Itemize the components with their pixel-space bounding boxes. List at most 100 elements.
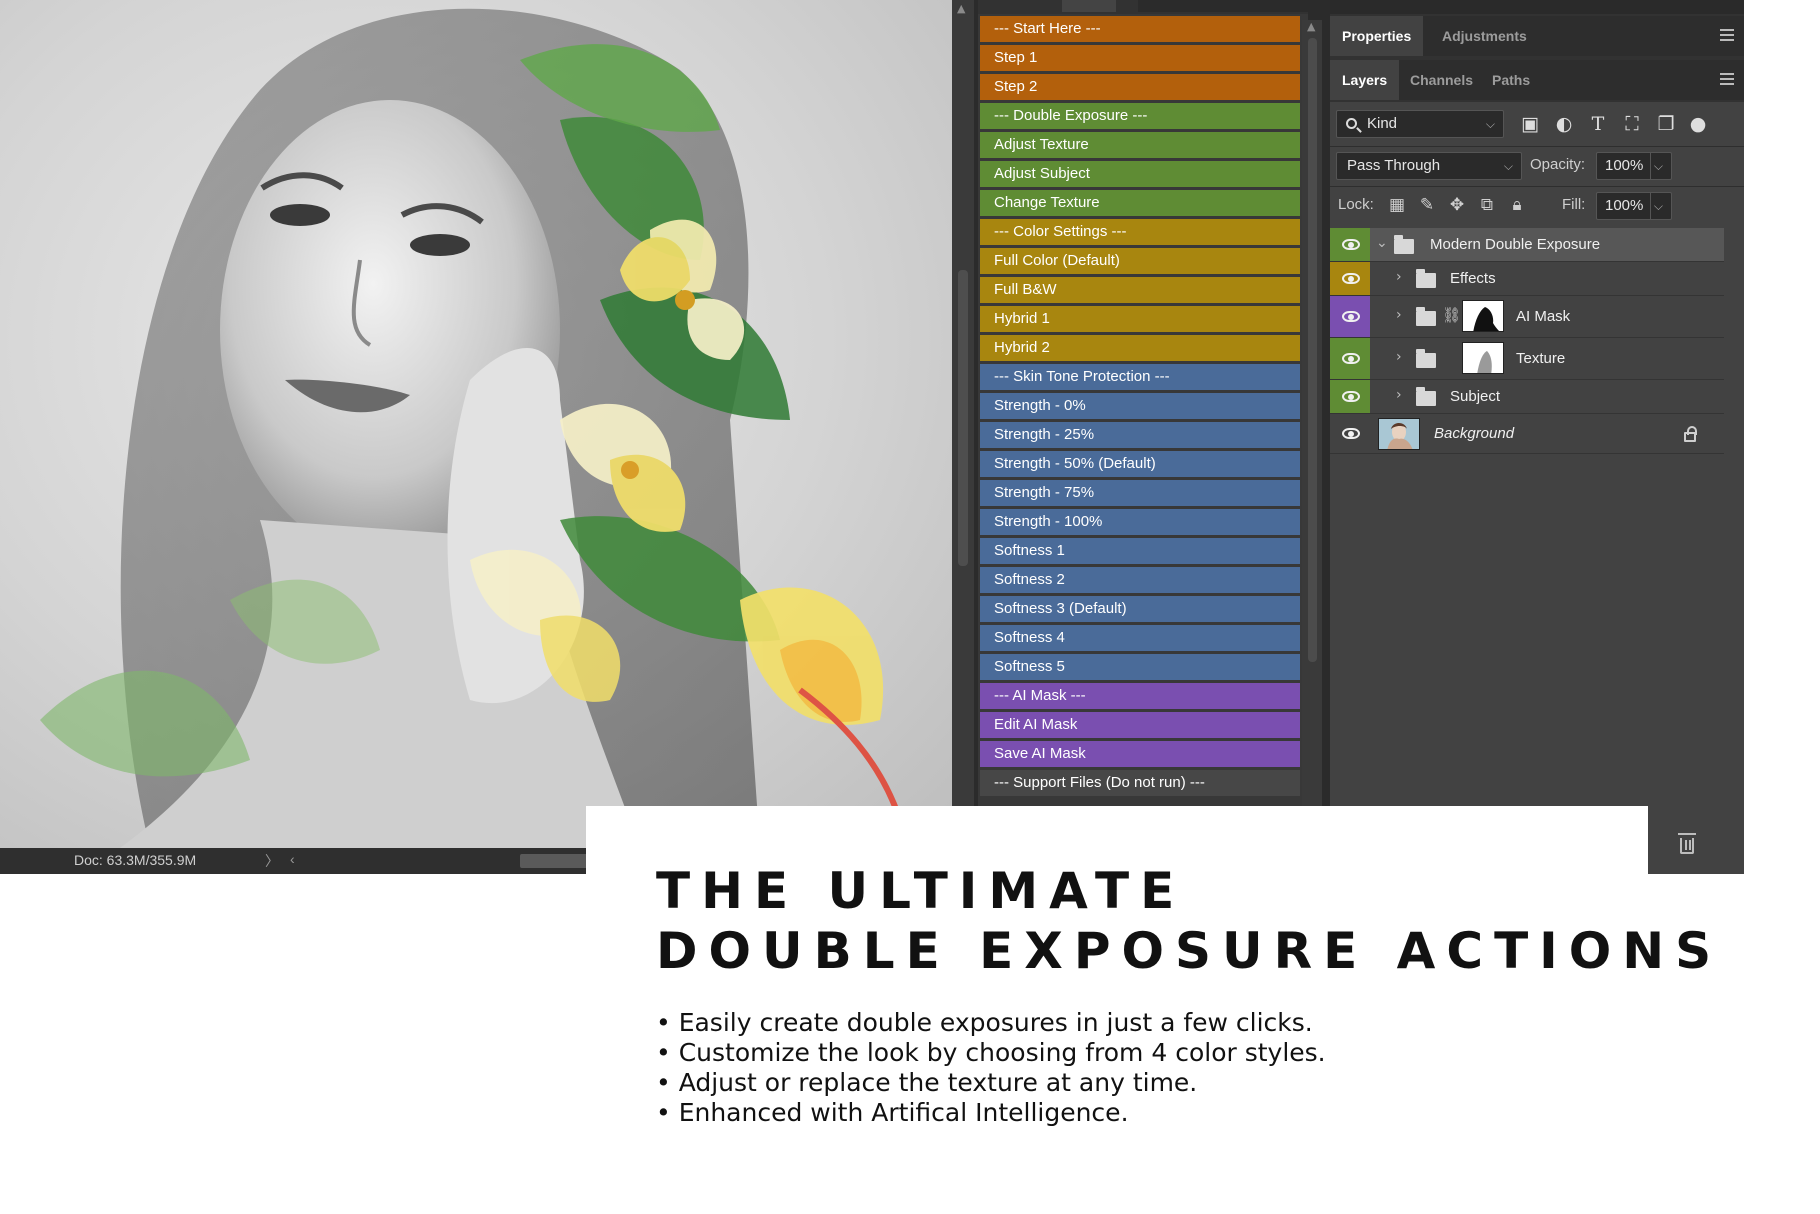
- layer-name[interactable]: AI Mask: [1516, 308, 1570, 325]
- tab-adjustments[interactable]: Adjustments: [1430, 16, 1539, 56]
- chevron-down-icon: ⌵: [1485, 117, 1495, 131]
- eye-visibility-icon[interactable]: [1342, 428, 1360, 439]
- folder-icon: [1416, 349, 1436, 368]
- action-item[interactable]: Save AI Mask: [980, 741, 1300, 767]
- canvas-vertical-scrollbar[interactable]: ▲: [952, 0, 974, 806]
- mask-thumbnail[interactable]: [1462, 300, 1504, 332]
- adjustment-filter-icon[interactable]: ◐: [1552, 112, 1576, 136]
- action-item[interactable]: --- Support Files (Do not run) ---: [980, 770, 1300, 796]
- trash-icon[interactable]: [1678, 833, 1696, 854]
- properties-panel-menu-icon[interactable]: [1720, 29, 1734, 41]
- action-item[interactable]: Softness 1: [980, 538, 1300, 564]
- action-item[interactable]: Change Texture: [980, 190, 1300, 216]
- action-item[interactable]: Strength - 0%: [980, 393, 1300, 419]
- smart-object-filter-icon[interactable]: ❐: [1654, 112, 1678, 136]
- action-item[interactable]: Strength - 75%: [980, 480, 1300, 506]
- eye-visibility-icon[interactable]: [1342, 311, 1360, 322]
- feature-bullet: • Easily create double exposures in just…: [656, 1008, 1313, 1037]
- action-item[interactable]: --- Color Settings ---: [980, 219, 1300, 245]
- eye-visibility-icon[interactable]: [1342, 239, 1360, 250]
- action-item[interactable]: Softness 4: [980, 625, 1300, 651]
- texture-mask-thumbnail[interactable]: [1462, 342, 1504, 374]
- layer-row-modern-double-exposure[interactable]: ⌄ Modern Double Exposure: [1330, 228, 1724, 262]
- field-separator: [1650, 193, 1651, 219]
- layer-row-texture[interactable]: › Texture: [1330, 338, 1724, 380]
- status-menu-arrow-icon[interactable]: 〉: [265, 851, 279, 871]
- layer-row-effects[interactable]: › Effects: [1330, 262, 1724, 296]
- dock-top-strip: [1330, 0, 1744, 14]
- eye-visibility-icon[interactable]: [1342, 391, 1360, 402]
- action-item[interactable]: --- AI Mask ---: [980, 683, 1300, 709]
- chevron-right-icon[interactable]: ›: [1396, 387, 1402, 403]
- action-item[interactable]: --- Start Here ---: [980, 16, 1300, 42]
- tab-properties[interactable]: Properties: [1330, 16, 1424, 56]
- layer-row-subject[interactable]: › Subject: [1330, 380, 1724, 414]
- blend-mode-select[interactable]: Pass Through ⌵: [1336, 152, 1522, 180]
- background-thumbnail[interactable]: [1378, 418, 1420, 450]
- actions-scrollbar-thumb[interactable]: [1308, 38, 1317, 662]
- action-item[interactable]: Full Color (Default): [980, 248, 1300, 274]
- doc-size-info[interactable]: Doc: 63.3M/355.9M: [74, 852, 196, 868]
- canvas-scrollbar-thumb[interactable]: [958, 270, 968, 566]
- action-item[interactable]: --- Double Exposure ---: [980, 103, 1300, 129]
- chevron-right-icon[interactable]: ›: [1396, 269, 1402, 285]
- chain-link-icon[interactable]: ⛓︎: [1442, 306, 1461, 324]
- opacity-label: Opacity:: [1530, 156, 1586, 173]
- image-filter-icon[interactable]: ▣: [1518, 112, 1542, 136]
- fill-field[interactable]: 100% ⌵: [1596, 192, 1672, 220]
- action-item[interactable]: Step 2: [980, 74, 1300, 100]
- lock-image-pixels-icon[interactable]: ✎: [1416, 194, 1438, 216]
- layer-name[interactable]: Effects: [1450, 270, 1496, 287]
- action-item[interactable]: Strength - 50% (Default): [980, 451, 1300, 477]
- type-filter-icon[interactable]: T: [1586, 112, 1610, 136]
- layer-name[interactable]: Subject: [1450, 388, 1500, 405]
- lock-icon[interactable]: [1684, 426, 1697, 442]
- chevron-down-icon[interactable]: ⌄: [1376, 235, 1388, 251]
- tab-paths[interactable]: Paths: [1480, 60, 1542, 100]
- action-item[interactable]: Full B&W: [980, 277, 1300, 303]
- action-item[interactable]: Softness 2: [980, 567, 1300, 593]
- chevron-right-icon[interactable]: ›: [1396, 307, 1402, 323]
- tab-layers[interactable]: Layers: [1330, 60, 1400, 100]
- action-item[interactable]: Adjust Texture: [980, 132, 1300, 158]
- layer-row-ai-mask[interactable]: › ⛓︎ AI Mask: [1330, 296, 1724, 338]
- layer-name[interactable]: Background: [1434, 425, 1514, 442]
- layer-name[interactable]: Texture: [1516, 350, 1565, 367]
- divider: [1330, 186, 1744, 187]
- eye-visibility-icon[interactable]: [1342, 353, 1360, 364]
- lock-all-icon[interactable]: 🔒︎: [1506, 194, 1528, 216]
- layer-name[interactable]: Modern Double Exposure: [1430, 236, 1600, 253]
- lock-transparent-pixels-icon[interactable]: ▦: [1386, 194, 1408, 216]
- action-item[interactable]: --- Skin Tone Protection ---: [980, 364, 1300, 390]
- actions-panel: --- Start Here --- Step 1 Step 2 --- Double…: [978, 0, 1308, 810]
- action-item[interactable]: Strength - 100%: [980, 509, 1300, 535]
- lock-position-icon[interactable]: ✥: [1446, 194, 1468, 216]
- layer-kind-filter[interactable]: Kind ⌵: [1336, 110, 1504, 138]
- shape-filter-icon[interactable]: ⛶: [1620, 112, 1644, 136]
- action-item[interactable]: Strength - 25%: [980, 422, 1300, 448]
- scroll-up-arrow-icon[interactable]: ▲: [957, 2, 965, 15]
- filter-toggle-icon[interactable]: ●: [1686, 112, 1710, 136]
- action-item[interactable]: Adjust Subject: [980, 161, 1300, 187]
- horizontal-scrollbar-thumb[interactable]: [520, 854, 588, 868]
- feature-bullet: • Enhanced with Artifical Intelligence.: [656, 1098, 1129, 1127]
- chevron-right-icon[interactable]: ›: [1396, 349, 1402, 365]
- actions-scroll-up-icon[interactable]: ▲: [1307, 20, 1315, 33]
- action-item[interactable]: Step 1: [980, 45, 1300, 71]
- layer-row-background[interactable]: Background: [1330, 414, 1724, 454]
- actions-tab[interactable]: [1062, 0, 1116, 12]
- action-item[interactable]: Softness 5: [980, 654, 1300, 680]
- action-item[interactable]: Softness 3 (Default): [980, 596, 1300, 622]
- action-item[interactable]: Hybrid 1: [980, 306, 1300, 332]
- action-item[interactable]: Edit AI Mask: [980, 712, 1300, 738]
- tab-channels[interactable]: Channels: [1398, 60, 1485, 100]
- actions-tab-inactive[interactable]: [1138, 0, 1308, 12]
- layers-panel-menu-icon[interactable]: [1720, 73, 1734, 85]
- actions-scrollbar[interactable]: ▲: [1302, 20, 1322, 810]
- canvas-image[interactable]: [0, 0, 952, 848]
- scroll-left-arrow-icon[interactable]: ‹: [290, 851, 295, 867]
- eye-visibility-icon[interactable]: [1342, 273, 1360, 284]
- action-item[interactable]: Hybrid 2: [980, 335, 1300, 361]
- opacity-field[interactable]: 100% ⌵: [1596, 152, 1672, 180]
- lock-artboard-icon[interactable]: ⧉: [1476, 194, 1498, 216]
